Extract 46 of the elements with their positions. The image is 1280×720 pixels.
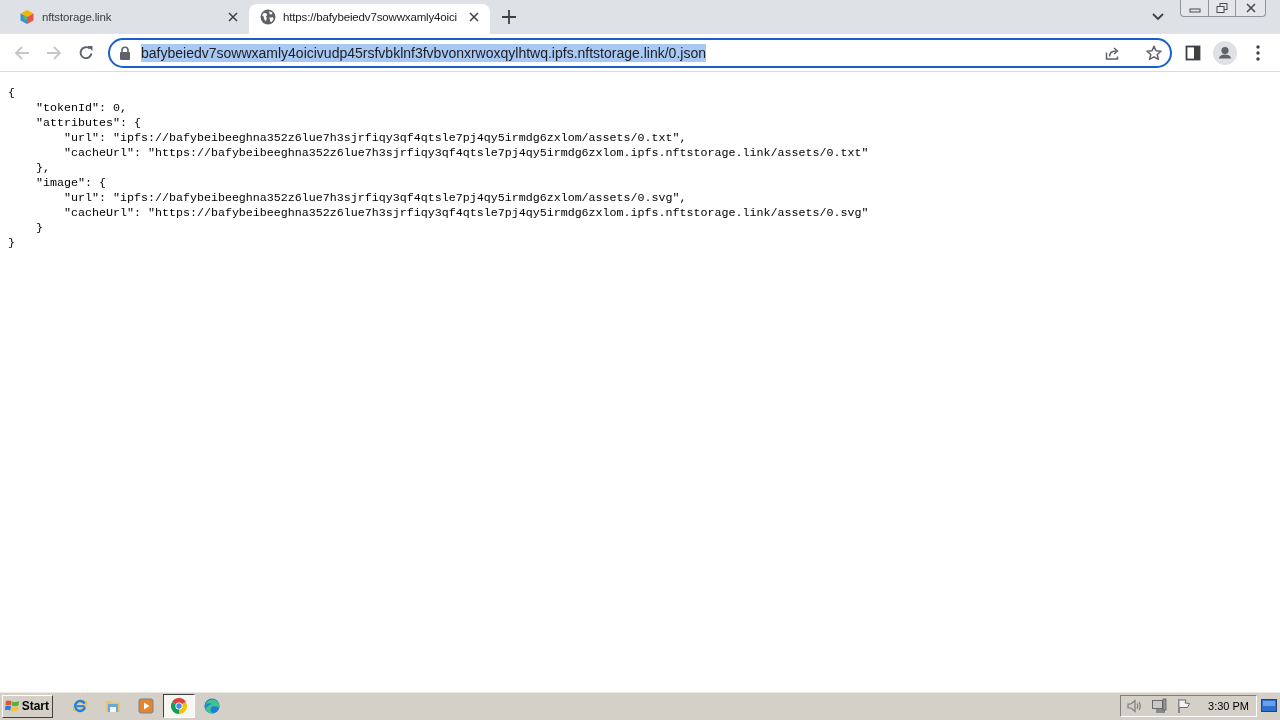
code-line: "url": "ipfs://bafybeibeeghna352z6lue7h3sjrfiqy3qf4qtsle7pj4qy5irmdg6zxlom/assets/0.txt", xyxy=(64,131,687,146)
taskbar-button[interactable] xyxy=(163,694,195,718)
share-icon xyxy=(1104,44,1120,61)
chevron-down-icon xyxy=(1152,13,1164,21)
browser-icon xyxy=(171,698,187,714)
network-icon[interactable] xyxy=(1151,698,1168,714)
browser-tab[interactable]: nftstorage.link xyxy=(8,4,249,34)
play-icon xyxy=(138,698,154,714)
url-text: bafybeiedv7sowwxamly4oicivudp45rsfvbklnf3fvbvonxrwoxqylhtwq.ipfs.nftstorage.link/0.json xyxy=(141,43,706,62)
plus-icon xyxy=(502,10,516,24)
back-arrow-icon xyxy=(14,44,30,61)
code-line: { xyxy=(8,86,15,101)
profile-button[interactable] xyxy=(1211,38,1239,67)
start-button[interactable]: Start xyxy=(2,694,53,718)
close-icon xyxy=(228,12,238,22)
reload-icon xyxy=(78,44,94,61)
code-line: "url": "ipfs://bafybeibeeghna352z6lue7h3sjrfiqy3qf4qtsle7pj4qy5irmdg6zxlom/assets/0.svg", xyxy=(64,191,687,206)
code-line: "cacheUrl": "https://bafybeibeeghna352z6lue7h3sjrfiqy3qf4qtsle7pj4qy5irmdg6zxlom.ipfs.nftstorage.link/assets/0.svg" xyxy=(64,206,869,221)
globe-icon xyxy=(260,9,276,25)
code-line: "cacheUrl": "https://bafybeibeeghna352z6lue7h3sjrfiqy3qf4qtsle7pj4qy5irmdg6zxlom.ipfs.nftstorage.link/assets/0.txt" xyxy=(64,146,869,161)
code-line: } xyxy=(8,236,15,251)
code-line: } xyxy=(36,221,43,236)
close-icon xyxy=(469,12,479,22)
code-line: "attributes": { xyxy=(36,116,141,131)
speaker-icon[interactable] xyxy=(1126,698,1143,714)
code-line: "tokenId": 0, xyxy=(36,101,127,116)
desktop-icon[interactable] xyxy=(1261,699,1277,713)
swirl-icon xyxy=(204,698,220,714)
wavy-flag-icon xyxy=(5,698,20,714)
menu-icon xyxy=(1256,44,1260,61)
browser-tab[interactable]: https://bafybeiedv7sowwxamly4oici xyxy=(249,4,490,34)
clock-time[interactable]: 3:30 PM xyxy=(1208,700,1249,712)
avatar-icon xyxy=(1213,40,1237,65)
code-line: }, xyxy=(36,161,50,176)
cube-icon xyxy=(19,9,35,25)
lock-icon xyxy=(119,45,131,60)
address-bar[interactable]: bafybeiedv7sowwxamly4oicivudp45rsfvbklnf3fvbvonxrwoxqylhtwq.ipfs.nftstorage.link/0.json xyxy=(108,37,1172,68)
letter-e-icon xyxy=(72,698,88,714)
side-panel-icon xyxy=(1185,44,1201,61)
folder-icon xyxy=(105,698,121,714)
forward-arrow-icon xyxy=(46,44,62,61)
restore-icon xyxy=(1216,3,1228,13)
flag-icon[interactable] xyxy=(1176,698,1193,714)
code-line: "image": { xyxy=(36,176,106,191)
star-icon xyxy=(1146,44,1162,61)
close-icon xyxy=(1244,3,1257,13)
